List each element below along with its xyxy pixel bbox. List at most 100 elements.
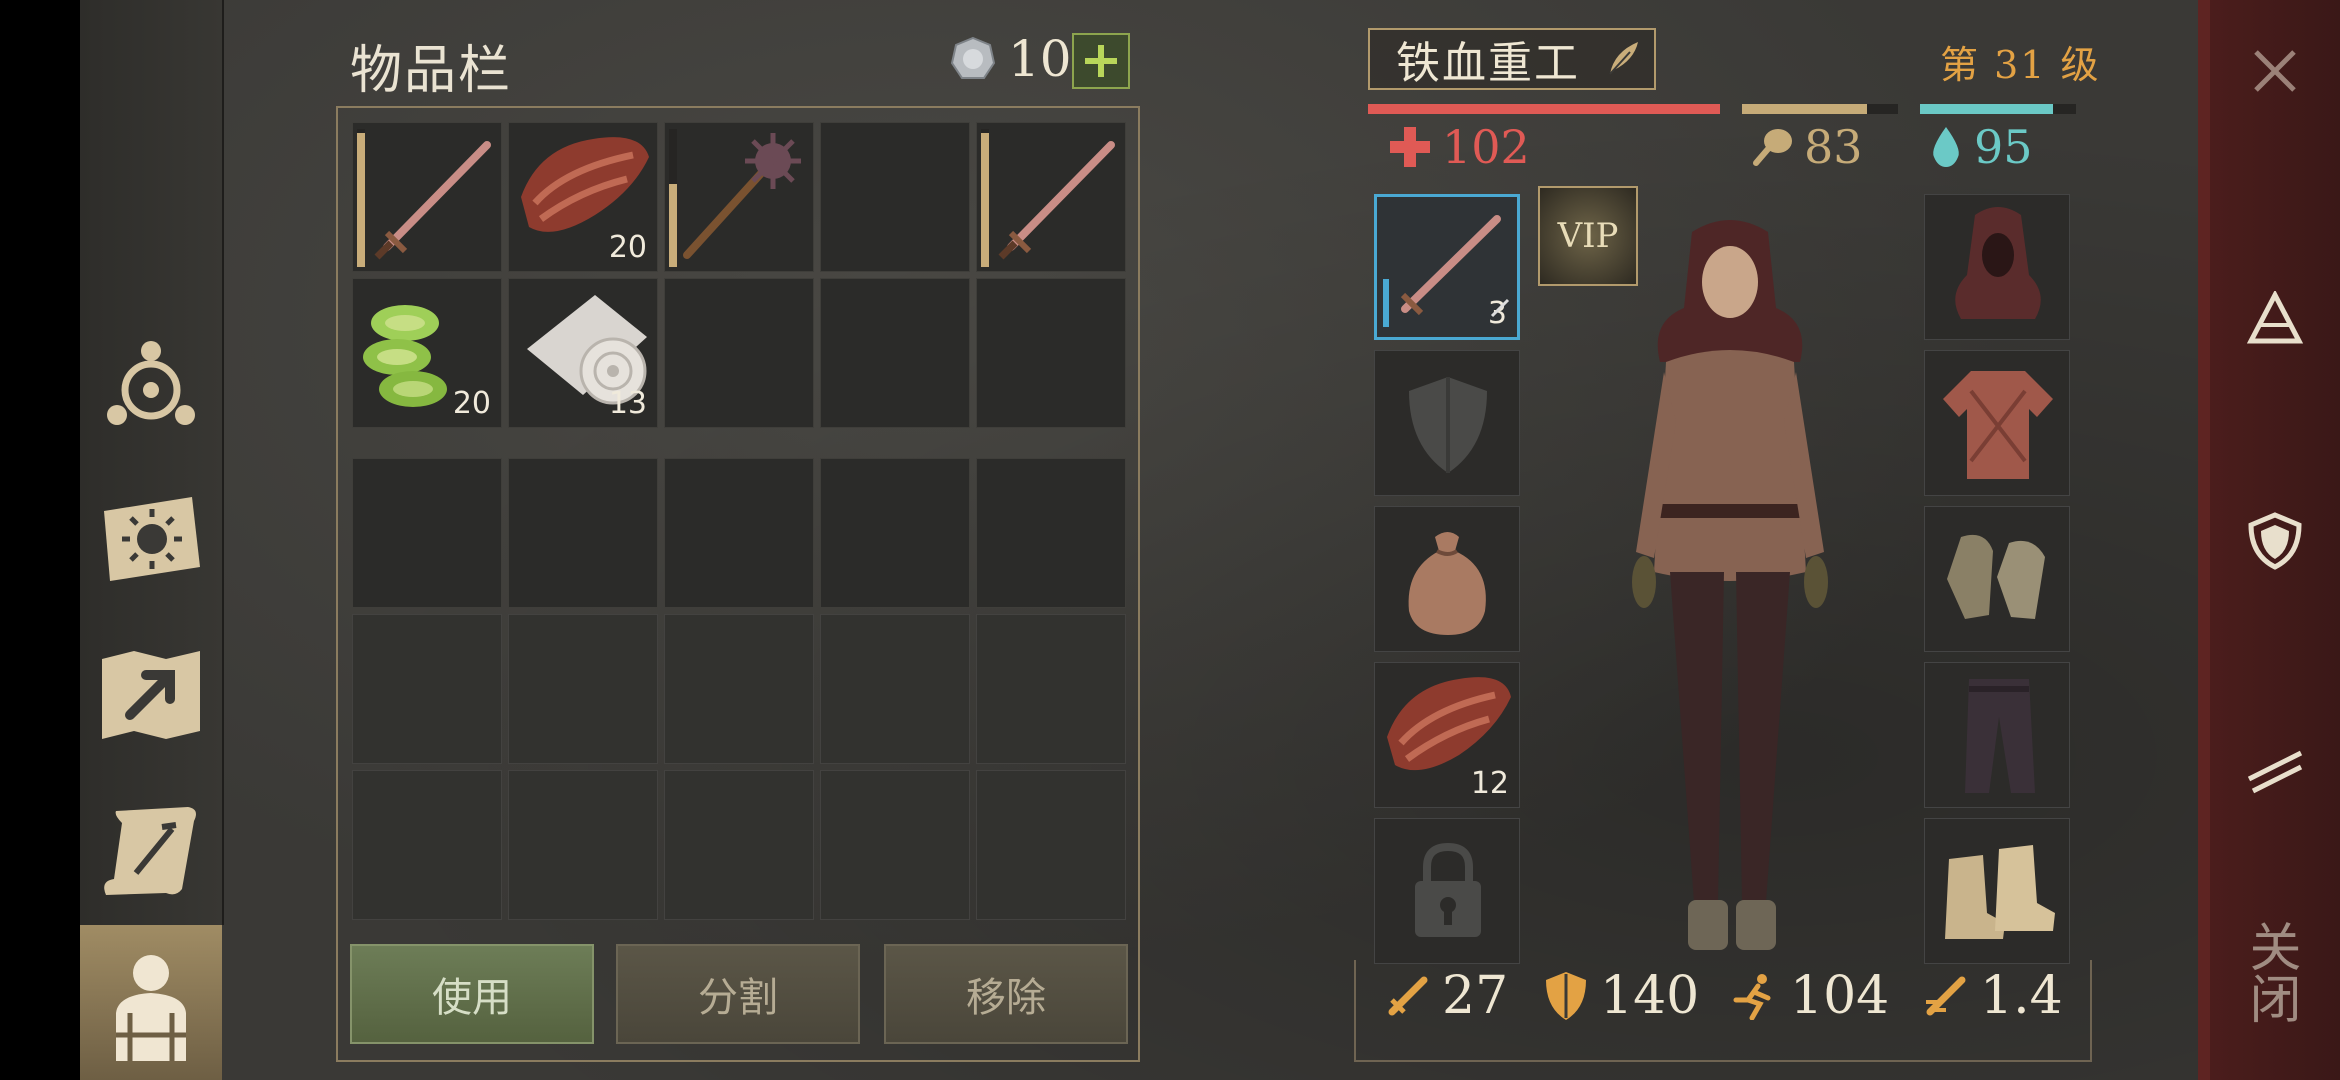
inventory-slot-empty[interactable] [976,458,1126,608]
left-navigation [80,0,224,925]
nav-quests-button[interactable] [96,796,206,906]
scroll-icon [104,807,196,895]
inventory-slot-empty[interactable] [352,458,502,608]
close-icon [2254,50,2296,92]
inventory-slot-locked [820,770,970,920]
item-count: 13 [608,386,647,421]
bag-slot[interactable] [1374,506,1520,652]
water-bar [1920,104,2076,114]
character-level: 第 31 级 [1940,43,2101,87]
close-label[interactable]: 关闭 [2238,920,2308,1024]
crafting-icon [107,341,195,425]
shield-icon [1546,972,1586,1020]
character-figure [1632,220,1828,950]
shield-emblem-icon [2248,512,2302,570]
water-drop-icon [1933,127,1959,167]
water-value: 95 [1974,120,2033,174]
inventory-slot[interactable] [664,122,814,272]
feather-edit-icon [1609,42,1638,75]
health-value: 102 [1442,120,1530,174]
inventory-slot-empty[interactable] [820,122,970,272]
weight-value: 1.4 [1980,966,2063,1026]
inventory-slot-empty[interactable] [664,458,814,608]
mace-icon [683,133,801,259]
right-tab-defense[interactable] [2210,486,2340,596]
item-count: 20 [608,230,647,265]
weapon-stack: 3 [1488,296,1509,331]
inventory-slot-locked [820,614,970,764]
health-stat: 102 [1388,120,1530,174]
boots-icon [1945,845,2055,939]
food-count: 12 [1470,766,1509,801]
close-x-button[interactable] [2210,16,2340,126]
armor-value: 140 [1600,966,1700,1026]
inventory-slot-locked [508,770,658,920]
food-slot[interactable]: 12 [1374,662,1520,808]
food-stat: 83 [1750,120,1863,174]
lock-icon [1415,842,1481,937]
dagger-small-icon [1490,298,1509,318]
head-slot[interactable] [1924,194,2070,340]
right-tab-skills[interactable] [2210,264,2340,374]
weight-stat: 1.4 [1922,966,2063,1026]
speed-stat: 104 [1732,966,1889,1026]
character-name: 铁血重工 [1396,38,1580,89]
inventory-slot-locked [352,770,502,920]
pants-icon [1965,679,2035,793]
inventory-slot-empty[interactable] [820,278,970,428]
nav-inventory-button-active[interactable] [80,925,222,1080]
inventory-slot-locked [664,614,814,764]
inventory-slot[interactable] [352,122,502,272]
triangle-emblem-icon [2247,291,2303,344]
hood-icon [1955,207,2041,319]
attack-speed-icon [1926,976,1966,1016]
add-currency-button[interactable] [1072,33,1130,89]
hands-slot[interactable] [1924,506,2070,652]
right-tab-combat[interactable] [2210,712,2340,822]
armor-stat: 140 [1542,966,1699,1026]
inventory-slot[interactable]: 20 [352,278,502,428]
inventory-slot[interactable]: 13 [508,278,658,428]
sack-icon [1408,532,1486,635]
inventory-slot-locked [976,770,1126,920]
remove-button[interactable]: 移除 [884,944,1128,1044]
gloves-icon [1947,534,2045,619]
right-bar-edge [2198,0,2210,1080]
inventory-slot[interactable]: 20 [508,122,658,272]
food-value: 83 [1804,120,1863,174]
inventory-slot-locked [664,770,814,920]
legs-slot[interactable] [1924,662,2070,808]
inventory-slot-locked [352,614,502,764]
nav-map-button[interactable] [96,640,206,750]
inventory-slot-empty[interactable] [664,278,814,428]
damage-value: 27 [1442,966,1509,1026]
currency-count: 10 [1008,30,1072,88]
sword-icon [998,141,1115,260]
feet-slot[interactable] [1924,818,2070,964]
coin-icon [950,36,996,79]
item-count: 20 [452,386,491,421]
use-button[interactable]: 使用 [350,944,594,1044]
shield-slot[interactable] [1374,350,1520,496]
weapon-slot[interactable]: 3 [1374,194,1520,340]
damage-stat: 27 [1384,966,1508,1026]
chest-armor-icon [1943,371,2053,479]
food-bar [1742,104,1898,114]
backpack-character-icon [116,954,186,1061]
inventory-slot[interactable] [976,122,1126,272]
slash-icon [2247,750,2303,794]
shield-placeholder-icon [1409,377,1487,473]
inventory-slot-empty[interactable] [976,278,1126,428]
chest-slot[interactable] [1924,350,2070,496]
inventory-slot-locked [976,614,1126,764]
inventory-slot-locked [508,614,658,764]
health-cross-icon [1390,127,1430,167]
speed-value: 104 [1790,966,1890,1026]
character-name-box[interactable]: 铁血重工 [1368,28,1656,90]
inventory-slot-empty[interactable] [508,458,658,608]
nav-crafting-button[interactable] [96,330,206,440]
split-button[interactable]: 分割 [616,944,860,1044]
inventory-slot-empty[interactable] [820,458,970,608]
nav-journal-button[interactable] [96,484,206,594]
health-bar [1368,104,1720,114]
